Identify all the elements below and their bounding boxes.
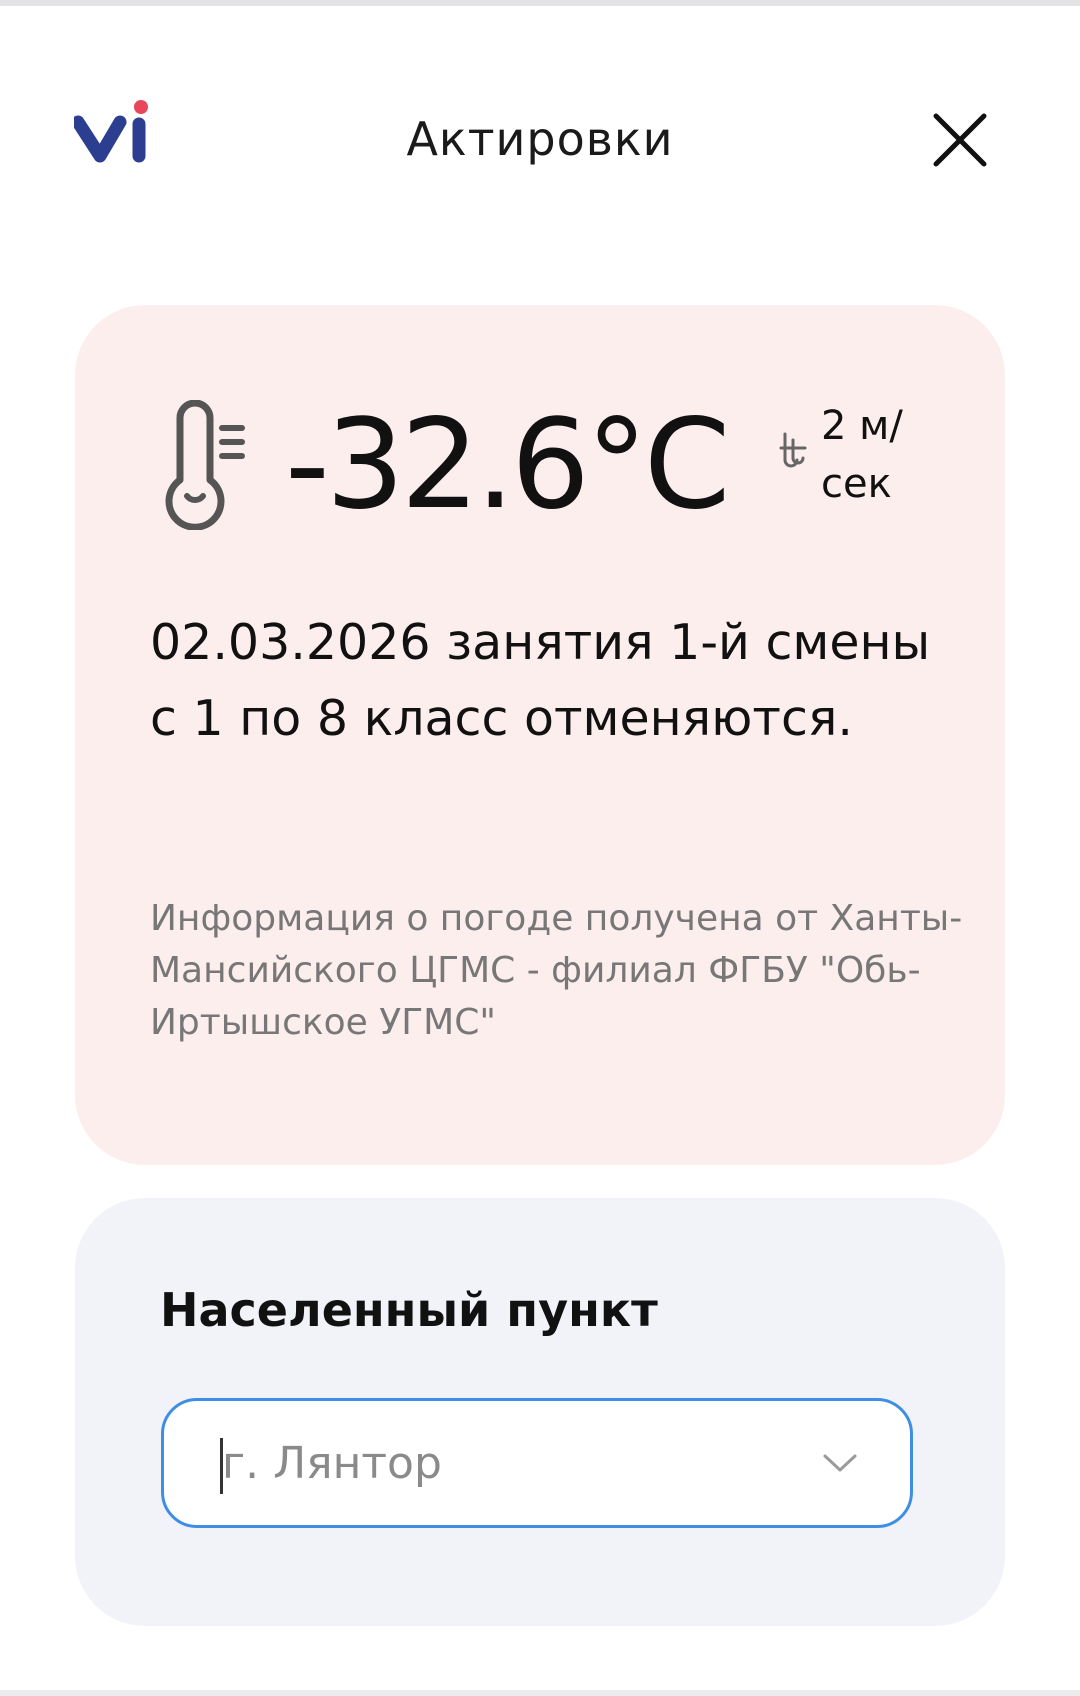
chevron-down-icon — [822, 1451, 858, 1475]
location-select[interactable]: г. Лянтор — [161, 1398, 913, 1528]
top-divider — [0, 0, 1080, 6]
thermometer-icon — [160, 399, 250, 531]
location-select-value: г. Лянтор — [222, 1438, 442, 1489]
temperature-value: -32.6°C — [285, 393, 730, 537]
wind-icon — [779, 430, 809, 480]
bottom-divider — [0, 1690, 1080, 1696]
weather-card: -32.6°C 2 м/сек 02.03.2026 занятия 1-й с… — [75, 305, 1005, 1165]
location-card: Населенный пункт г. Лянтор — [75, 1198, 1005, 1626]
close-button[interactable] — [930, 110, 990, 170]
location-label: Населенный пункт — [160, 1283, 658, 1337]
close-icon — [933, 113, 987, 167]
cancellation-message: 02.03.2026 занятия 1-й смены с 1 по 8 кл… — [150, 614, 931, 747]
header: Актировки — [0, 80, 1080, 200]
page-title: Актировки — [406, 112, 674, 166]
wind-speed: 2 м/сек — [821, 403, 903, 507]
weather-source-note: Информация о погоде получена от Ханты-Ма… — [150, 898, 963, 1043]
